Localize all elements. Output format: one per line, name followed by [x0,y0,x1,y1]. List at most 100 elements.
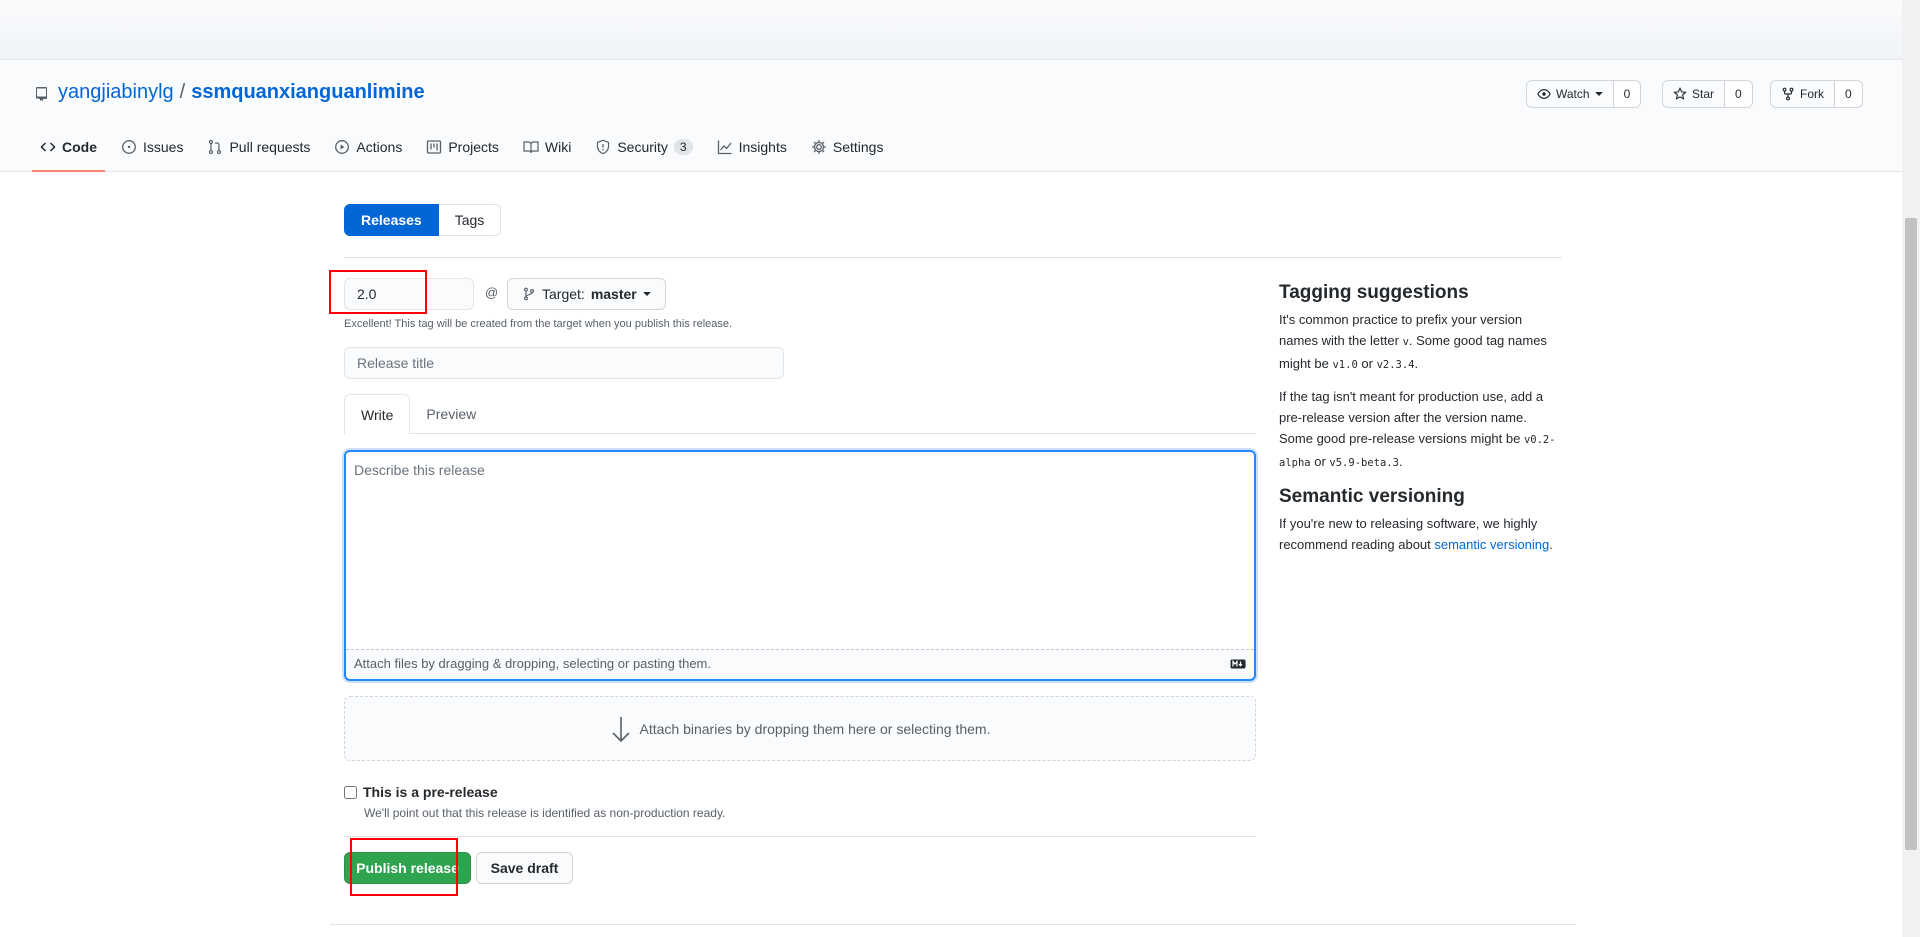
tab-wiki[interactable]: Wiki [515,124,579,172]
code: v1.0 [1332,359,1358,371]
semver-heading: Semantic versioning [1279,486,1465,507]
repo-title: yangjiabinylg / ssmquanxianguanlimine [34,81,425,104]
code: v5.9-beta.3 [1329,457,1399,469]
prerelease-option: This is a pre-release [344,784,498,800]
repo-separator: / [179,81,186,103]
target-branch-name: master [590,286,637,302]
tab-actions[interactable]: Actions [326,124,410,172]
text: or [1310,454,1330,469]
editor-tabs: Write Preview [344,394,1256,435]
tab-security[interactable]: Security 3 [587,124,700,172]
scrollbar-thumb[interactable] [1905,218,1917,850]
fork-button[interactable]: Fork [1770,80,1835,108]
text: or [1357,356,1377,371]
arrow-down-icon [611,716,630,742]
issue-icon [122,140,136,154]
releases-tab[interactable]: Releases [344,204,439,236]
tab-insights[interactable]: Insights [709,124,795,172]
tab-insights-label: Insights [738,139,787,155]
play-icon [335,140,350,154]
tab-settings-label: Settings [832,139,884,155]
fork-count[interactable]: 0 [1835,80,1863,108]
tab-settings[interactable]: Settings [803,124,892,172]
tab-wiki-label: Wiki [544,139,572,155]
text: . [1414,356,1419,371]
divider [330,924,1576,925]
repo-tabs: Code Issues Pull requests Actions Projec… [32,124,899,172]
top-header-strip [0,0,1902,60]
tab-issues[interactable]: Issues [113,124,191,172]
text: . [1549,537,1553,552]
semver-paragraph: If you're new to releasing software, we … [1279,513,1564,555]
markdown-icon [1230,659,1246,669]
repo-name-link[interactable]: ssmquanxianguanlimine [191,81,424,104]
write-tab[interactable]: Write [344,394,411,435]
star-action: Star 0 [1662,80,1753,108]
release-title-input[interactable] [344,347,784,379]
star-button[interactable]: Star [1662,80,1726,108]
graph-icon [717,140,732,155]
text: . [1398,454,1403,469]
release-description-editor: Attach files by dragging & dropping, sel… [344,450,1256,681]
star-count[interactable]: 0 [1725,80,1753,108]
attach-files-text[interactable]: Attach files by dragging & dropping, sel… [354,656,711,671]
tab-projects[interactable]: Projects [418,124,507,172]
tab-pull-requests-label: Pull requests [229,139,311,155]
code: v2.3.4 [1376,359,1415,371]
project-icon [427,140,442,154]
tagging-heading: Tagging suggestions [1279,282,1469,303]
prerelease-label: This is a pre-release [363,784,498,800]
divider [344,257,1562,258]
releases-subnav: Releases Tags [344,204,502,236]
tab-pull-requests[interactable]: Pull requests [199,124,318,172]
branch-icon [523,287,535,301]
divider [344,836,1256,837]
repo-header: yangjiabinylg / ssmquanxianguanlimine Wa… [0,61,1902,172]
tagging-paragraph-1: It's common practice to prefix your vers… [1279,309,1564,376]
tag-note: Excellent! This tag will be created from… [344,318,733,330]
text: If the tag isn't meant for production us… [1279,389,1544,446]
watch-label: Watch [1556,87,1590,101]
watch-button[interactable]: Watch [1526,80,1614,108]
prerelease-checkbox[interactable] [344,785,357,799]
binaries-dropzone[interactable]: Attach binaries by dropping them here or… [344,696,1256,761]
tagging-paragraph-2: If the tag isn't meant for production us… [1279,386,1564,474]
repo-icon [34,85,50,101]
star-icon [1673,87,1687,100]
pull-request-icon [209,139,222,155]
repo-owner-link[interactable]: yangjiabinylg [58,81,174,104]
watch-action: Watch 0 [1526,80,1642,108]
watch-count[interactable]: 0 [1613,80,1642,108]
shield-icon [597,139,610,155]
book-icon [523,141,539,154]
fork-action: Fork 0 [1770,80,1863,108]
save-draft-button[interactable]: Save draft [476,852,573,884]
caret-down-icon [642,292,651,296]
at-symbol: @ [485,285,499,300]
tags-tab[interactable]: Tags [438,204,502,236]
eye-icon [1537,89,1551,99]
semver-link[interactable]: semantic versioning [1434,537,1549,552]
binaries-text: Attach binaries by dropping them here or… [639,720,991,737]
target-branch-button[interactable]: Target: master [507,278,666,310]
release-description-textarea[interactable] [346,452,1254,650]
star-label: Star [1692,87,1715,101]
tab-code-label: Code [62,139,97,155]
fork-icon [1782,87,1794,101]
prerelease-note: We'll point out that this release is ide… [364,806,726,820]
publish-release-button[interactable]: Publish release [344,852,471,884]
security-counter: 3 [673,139,693,155]
preview-tab[interactable]: Preview [410,394,492,434]
tab-actions-label: Actions [356,139,403,155]
tab-security-label: Security [617,139,668,155]
tab-code[interactable]: Code [32,124,105,172]
tag-version-input[interactable] [344,278,474,310]
target-prefix: Target: [542,286,585,302]
gear-icon [811,140,826,154]
code-icon [40,142,56,152]
tab-issues-label: Issues [143,139,184,155]
sidebar: Tagging suggestions It's common practice… [1279,280,1564,565]
fork-label: Fork [1800,87,1824,101]
tab-projects-label: Projects [448,139,499,155]
caret-down-icon [1594,92,1603,96]
